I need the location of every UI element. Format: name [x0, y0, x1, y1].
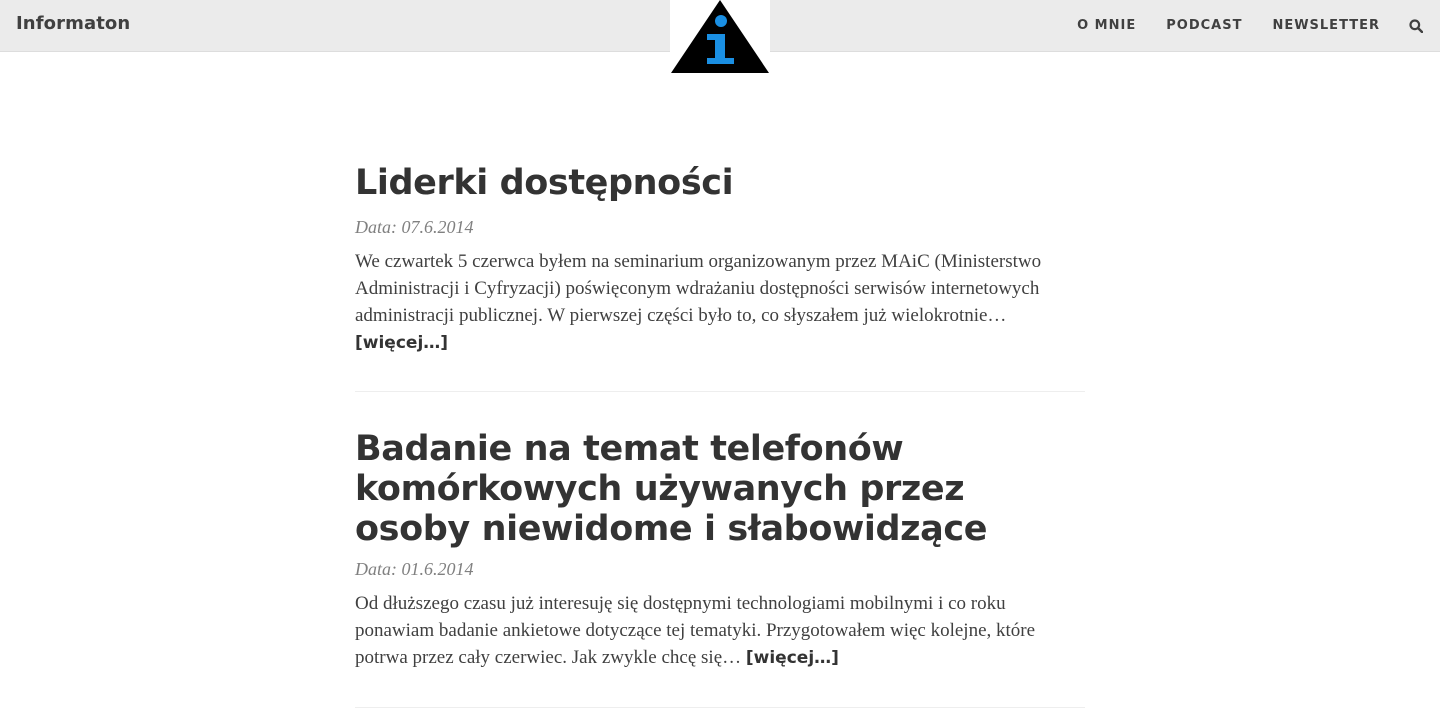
- post-preview: Badanie na temat telefonów komórkowych u…: [355, 429, 1085, 708]
- site-brand-link[interactable]: Informaton: [16, 13, 130, 34]
- post-excerpt: We czwartek 5 czerwca byłem na seminariu…: [355, 248, 1085, 357]
- post-list: Liderki dostępności Data: 07.6.2014 We c…: [355, 163, 1085, 708]
- post-date: Data: 01.6.2014: [355, 559, 474, 579]
- post-title-link[interactable]: Liderki dostępności: [355, 163, 1085, 203]
- post-excerpt: Od dłuższego czasu już interesuję się do…: [355, 590, 1085, 672]
- post-excerpt-text: Od dłuższego czasu już interesuję się do…: [355, 593, 1036, 668]
- post-title-link[interactable]: Badanie na temat telefonów komórkowych u…: [355, 429, 1085, 549]
- search-button[interactable]: [1408, 18, 1424, 34]
- read-more-link[interactable]: [więcej…]: [355, 333, 448, 353]
- nav-link-o-mnie[interactable]: O MNIE: [1077, 18, 1136, 33]
- read-more-link[interactable]: [więcej…]: [746, 648, 839, 668]
- nav-link-newsletter[interactable]: NEWSLETTER: [1272, 18, 1380, 33]
- info-triangle-logo-icon: [671, 0, 769, 73]
- top-navbar: Informaton O MNIE PODCAST NEWSLETTER: [0, 0, 1440, 74]
- nav-link-podcast[interactable]: PODCAST: [1166, 18, 1242, 33]
- post-date: Data: 07.6.2014: [355, 217, 474, 237]
- post-preview: Liderki dostępności Data: 07.6.2014 We c…: [355, 163, 1085, 392]
- post-excerpt-text: We czwartek 5 czerwca byłem na seminariu…: [355, 251, 1042, 326]
- search-icon: [1409, 18, 1423, 33]
- main-nav: O MNIE PODCAST NEWSLETTER: [1077, 0, 1440, 51]
- site-logo[interactable]: [670, 0, 770, 74]
